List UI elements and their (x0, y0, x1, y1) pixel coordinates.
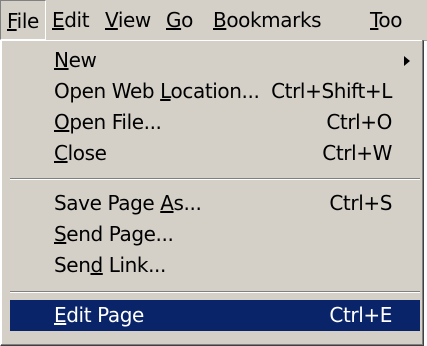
menu-separator (10, 291, 420, 293)
menu-item-shortcut: Ctrl+Shift+L (271, 79, 392, 103)
menu-item-send-link[interactable]: Send Link... (10, 250, 420, 281)
menu-item-shortcut: Ctrl+W (322, 141, 392, 165)
menu-item-close[interactable]: Close Ctrl+W (10, 138, 420, 169)
menu-item-send-page[interactable]: Send Page... (10, 219, 420, 250)
menu-item-shortcut: Ctrl+S (329, 191, 392, 215)
menu-item-new[interactable]: New (10, 45, 420, 76)
menu-item-save-page-as[interactable]: Save Page As... Ctrl+S (10, 188, 420, 219)
menu-item-label: New (54, 48, 97, 72)
menu-item-shortcut: Ctrl+E (329, 303, 392, 327)
menu-item-label: Close (54, 141, 107, 165)
menu-item-open-file[interactable]: Open File... Ctrl+O (10, 107, 420, 138)
triangle-right-icon (404, 56, 410, 66)
menu-item-label: Open File... (54, 110, 162, 134)
menu-item-label: Send Link... (54, 253, 166, 277)
menu-item-edit-page[interactable]: Edit Page Ctrl+E (10, 300, 420, 331)
menu-separator (10, 178, 420, 180)
menu-item-shortcut: Ctrl+O (326, 110, 392, 134)
menu-go[interactable]: Go (160, 0, 199, 40)
menu-tools[interactable]: Too (364, 0, 408, 40)
menu-item-label: Open Web Location... (54, 79, 260, 103)
file-menu-dropdown: New Open Web Location... Ctrl+Shift+L Op… (0, 40, 424, 346)
menu-file[interactable]: File (0, 0, 46, 40)
menu-item-label: Save Page As... (54, 191, 202, 215)
menu-item-open-web-location[interactable]: Open Web Location... Ctrl+Shift+L (10, 76, 420, 107)
menu-bar: File Edit View Go Bookmarks Too (0, 0, 427, 41)
menu-item-label: Send Page... (54, 222, 174, 246)
menu-bookmarks[interactable]: Bookmarks (207, 0, 327, 40)
menu-view[interactable]: View (99, 0, 157, 40)
menu-edit[interactable]: Edit (46, 0, 95, 40)
menu-item-label: Edit Page (54, 303, 144, 327)
